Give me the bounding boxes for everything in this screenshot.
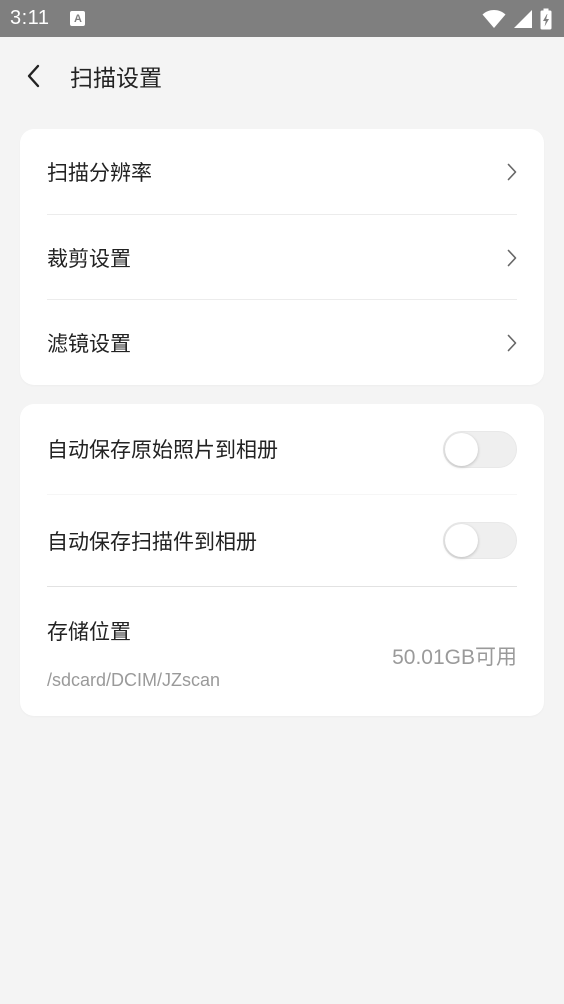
divider [47, 586, 517, 587]
a-icon: A [70, 11, 86, 26]
setting-item-save-original: 自动保存原始照片到相册 [47, 404, 517, 494]
setting-item-label: 自动保存原始照片到相册 [47, 438, 278, 462]
chevron-right-icon [507, 163, 517, 181]
settings-card-scan: 扫描分辨率 裁剪设置 滤镜设置 [20, 129, 544, 385]
storage-free-space: 50.01GB可用 [392, 646, 517, 669]
setting-item-label: 裁剪设置 [47, 246, 131, 271]
status-icons [482, 8, 552, 30]
battery-charging-icon [540, 8, 552, 29]
app-bar: 扫描设置 [0, 37, 564, 115]
setting-item-crop[interactable]: 裁剪设置 [47, 215, 517, 300]
setting-item-label: 滤镜设置 [47, 331, 131, 356]
wifi-icon [482, 9, 506, 28]
setting-item-label: 扫描分辨率 [47, 160, 152, 185]
back-button[interactable] [14, 56, 54, 96]
toggle-switch-save-scan[interactable] [443, 522, 517, 559]
status-bar: 3:11 A [0, 0, 564, 37]
setting-item-resolution[interactable]: 扫描分辨率 [47, 129, 517, 214]
toggle-knob [445, 524, 478, 557]
setting-item-storage-location[interactable]: 存储位置 /sdcard/DCIM/JZscan 50.01GB可用 [47, 610, 517, 698]
settings-card-save: 自动保存原始照片到相册 自动保存扫描件到相册 存储位置 /sdcard/DCIM… [20, 404, 544, 716]
toggle-knob [445, 432, 478, 466]
chevron-right-icon [507, 334, 517, 352]
setting-item-filter[interactable]: 滤镜设置 [47, 300, 517, 385]
setting-item-label: 自动保存扫描件到相册 [47, 529, 257, 554]
chevron-right-icon [507, 249, 517, 267]
toggle-switch-save-original[interactable] [443, 430, 517, 468]
back-arrow-icon [27, 64, 40, 88]
storage-path: /sdcard/DCIM/JZscan [47, 670, 221, 690]
signal-icon [514, 9, 532, 28]
page-title: 扫描设置 [70, 66, 162, 92]
storage-title: 存储位置 [47, 620, 131, 644]
setting-item-save-scan: 自动保存扫描件到相册 [47, 495, 517, 586]
status-time: 3:11 [10, 7, 50, 29]
